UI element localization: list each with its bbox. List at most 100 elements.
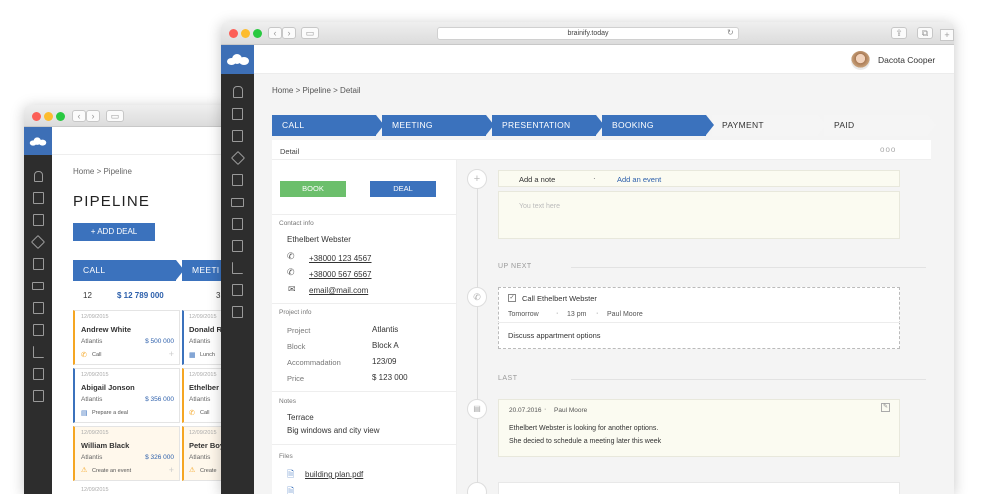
report-icon[interactable] [24,385,52,407]
deal-date: 12/09/2015 [189,314,217,320]
calendar-icon: ▦ [189,352,196,359]
deal-card[interactable]: 12/09/2015 Andrew White Atlantis $ 500 0… [73,310,180,365]
stage-meeting[interactable]: MEETING [382,115,494,136]
tab-add-note[interactable]: Add a note [519,175,555,184]
deal-amount: $ 500 000 [145,338,174,345]
deal-name: Abigail Jonson [81,383,135,392]
front-window: ‹ › ▭ brainify.today ↻ ⇪ ⧉ + Dacota Coop… [221,22,954,494]
deal-name: Peter Boy [189,441,225,450]
add-deal-button[interactable]: + ADD DEAL [73,223,155,241]
minimize-dot[interactable] [44,112,53,121]
stage-payment-validation[interactable]: PAYMENT VALIDATION [712,115,826,151]
project-info-heading: Project info [279,309,312,316]
calendar-icon[interactable] [221,125,254,147]
avatar[interactable] [851,51,870,70]
user-name[interactable]: Dacota Cooper [878,55,935,65]
file-link[interactable]: building plan.pdf [305,470,363,479]
note-date: 20.07.2016 [509,407,542,414]
chart-icon[interactable] [24,341,52,363]
edit-icon[interactable]: ✎ [881,403,890,412]
note-author: Paul Moore [554,407,588,414]
stage-booking[interactable]: BOOKING [602,115,714,136]
document-icon[interactable] [221,169,254,191]
calendar-icon[interactable] [24,209,52,231]
deal-action: Call [200,410,210,416]
more-options-icon[interactable]: ooo [880,145,896,154]
phone-link[interactable]: +38000 567 6567 [309,270,372,279]
forward-arrow-icon[interactable]: › [86,110,100,122]
task-checkbox[interactable]: ✓ [508,294,516,302]
warning-icon: ⚠ [81,467,88,474]
person-icon[interactable] [24,165,52,187]
minimize-dot[interactable] [241,29,250,38]
field-value: Atlantis [372,325,399,334]
tab-separator: · [593,174,596,183]
buildings-icon[interactable] [221,103,254,125]
house-icon[interactable] [24,363,52,385]
stage-paid[interactable]: PAID [824,115,936,136]
task-divider [498,322,900,323]
report-icon[interactable] [221,301,254,323]
deal-company: Atlantis [81,338,103,345]
divider [272,391,457,392]
deal-name: Ethelber [189,383,220,392]
handshake-icon[interactable] [221,147,254,169]
mail-icon: ✉ [288,284,296,294]
deal-date: 12/09/2015 [189,372,217,378]
next-card[interactable] [498,482,900,494]
deal-company: Atlantis [189,396,211,403]
card-icon[interactable] [221,191,254,213]
front-titlebar: ‹ › ▭ brainify.today ↻ ⇪ ⧉ + [221,22,954,45]
email-link[interactable]: email@mail.com [309,286,368,295]
breadcrumb: Home > Pipeline [73,167,132,176]
detail-header [272,140,931,160]
file-icon: 🗎 [287,469,295,479]
tabs-icon[interactable]: ⧉ [917,27,933,39]
deal-date: 12/09/2015 [81,430,109,436]
zoom-dot[interactable] [253,29,262,38]
bank-icon[interactable] [221,213,254,235]
stage-call[interactable]: CALL [272,115,384,136]
book-button[interactable]: BOOK [280,181,346,197]
share-icon[interactable]: ⇪ [891,27,907,39]
bank-icon[interactable] [24,297,52,319]
tab-add-event[interactable]: Add an event [617,175,661,184]
person-icon[interactable] [221,81,254,103]
forward-arrow-icon[interactable]: › [282,27,296,39]
back-arrow-icon[interactable]: ‹ [72,110,86,122]
timeline-line [477,180,478,494]
house-icon[interactable] [221,279,254,301]
detail-label: Detail [280,147,300,156]
deal-card[interactable]: 12/09/2015 Abigail Jonson Atlantis $ 356… [73,368,180,423]
document-icon[interactable] [24,253,52,275]
note-textarea[interactable]: You text here [498,191,900,239]
column-total: $ 12 789 000 [117,291,164,300]
sidebar-toggle-icon[interactable]: ▭ [301,27,319,39]
note-line: She decied to schedule a meeting later t… [509,438,662,445]
stage-presentation[interactable]: PRESENTATION [492,115,604,136]
card-icon[interactable] [24,275,52,297]
note-line: Big windows and city view [287,426,380,435]
logo[interactable] [221,45,254,74]
deal-card[interactable]: 12/09/2015 William Black Atlantis $ 326 … [73,426,180,481]
column-stage-call[interactable]: CALL [73,260,184,281]
buildings-icon[interactable] [24,187,52,209]
logo[interactable] [24,127,52,155]
reload-icon[interactable]: ↻ [727,28,734,37]
add-icon[interactable]: + [169,349,174,359]
sidebar-toggle-icon[interactable]: ▭ [106,110,124,122]
zoom-dot[interactable] [56,112,65,121]
address-bar[interactable]: brainify.today [437,27,739,40]
phone-link[interactable]: +38000 123 4567 [309,254,372,263]
deal-button[interactable]: DEAL [370,181,436,197]
chart-icon[interactable] [221,257,254,279]
list-icon[interactable] [24,319,52,341]
close-dot[interactable] [229,29,238,38]
new-tab-icon[interactable]: + [940,29,954,41]
handshake-icon[interactable] [24,231,52,253]
close-dot[interactable] [32,112,41,121]
list-icon[interactable] [221,235,254,257]
add-icon[interactable]: + [169,465,174,475]
back-arrow-icon[interactable]: ‹ [268,27,282,39]
add-circle-icon[interactable]: + [467,169,487,189]
